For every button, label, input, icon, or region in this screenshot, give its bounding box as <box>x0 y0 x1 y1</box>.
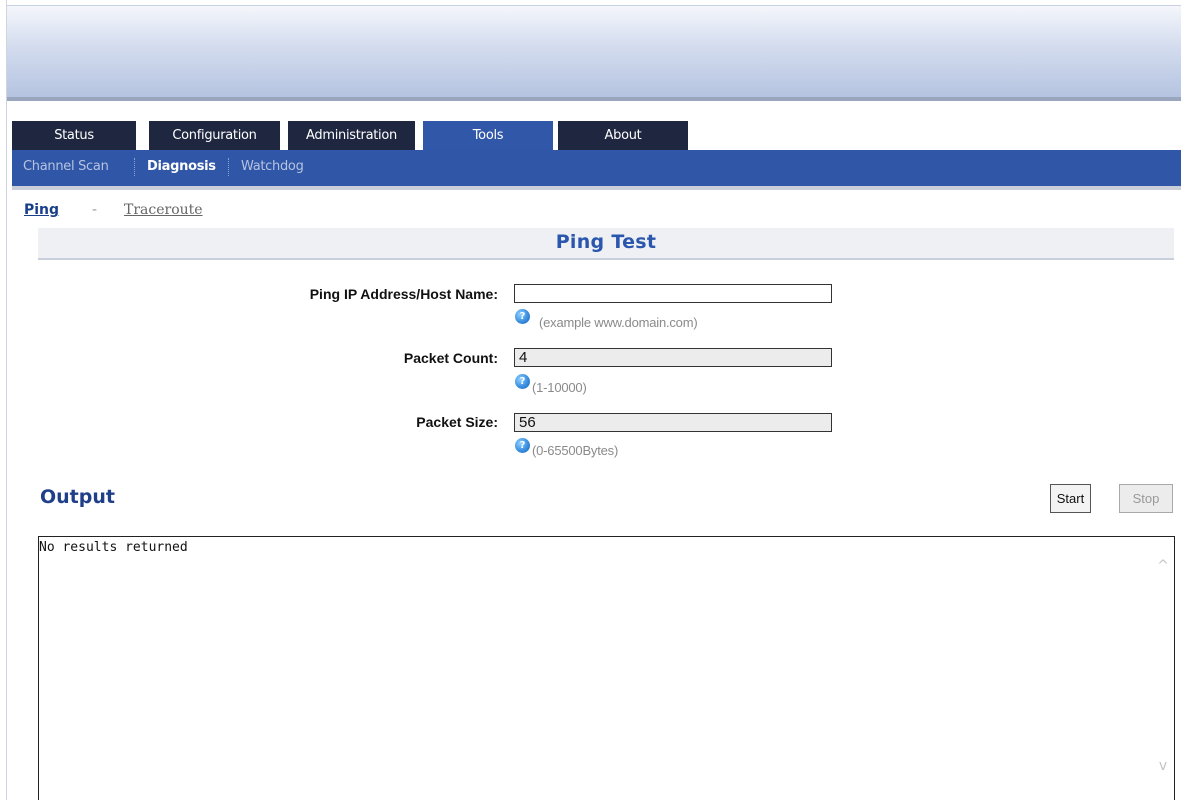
ping-link[interactable]: Ping <box>24 202 59 218</box>
tab-configuration[interactable]: Configuration <box>149 121 280 150</box>
tab-administration[interactable]: Administration <box>288 121 415 150</box>
packet-size-label: Packet Size: <box>416 414 498 430</box>
packet-size-hint: (0-65500Bytes) <box>532 443 619 458</box>
subnav-shadow <box>12 186 1181 190</box>
header-banner <box>7 5 1181 98</box>
subnav-item-diagnosis[interactable]: Diagnosis <box>147 159 216 174</box>
host-hint: (example www.domain.com) <box>539 315 698 330</box>
header-divider <box>7 97 1181 101</box>
tab-about[interactable]: About <box>558 121 688 150</box>
start-button[interactable]: Start <box>1050 484 1091 513</box>
packet-size-input[interactable] <box>514 413 832 432</box>
output-text: No results returned <box>39 540 188 555</box>
subnav-separator <box>228 158 229 176</box>
section-title: Ping Test <box>555 231 657 253</box>
scroll-up-icon[interactable]: ^ <box>1156 559 1170 573</box>
help-icon: ? <box>515 309 530 324</box>
host-input[interactable] <box>514 284 832 303</box>
traceroute-link[interactable]: Traceroute <box>124 202 203 218</box>
sub-navigation: Channel Scan Diagnosis Watchdog <box>12 150 1181 186</box>
stop-button[interactable]: Stop <box>1119 484 1173 513</box>
subnav-item-channel-scan[interactable]: Channel Scan <box>23 159 109 174</box>
packet-count-input[interactable] <box>514 348 832 367</box>
packet-count-hint: (1-10000) <box>532 380 587 395</box>
host-label: Ping IP Address/Host Name: <box>309 286 498 302</box>
packet-count-label: Packet Count: <box>403 350 498 366</box>
scroll-down-icon[interactable]: v <box>1156 759 1170 773</box>
tab-status[interactable]: Status <box>12 121 136 150</box>
tab-tools[interactable]: Tools <box>423 121 553 150</box>
output-textarea[interactable]: No results returned ^ v <box>38 536 1175 800</box>
output-title: Output <box>40 486 115 508</box>
subnav-item-watchdog[interactable]: Watchdog <box>241 159 304 174</box>
page-left-edge <box>0 0 7 800</box>
subnav-separator <box>134 158 135 176</box>
help-icon: ? <box>515 438 530 453</box>
sublink-separator: - <box>92 202 98 218</box>
ping-test-header: Ping Test <box>38 228 1174 260</box>
help-icon: ? <box>515 374 530 389</box>
